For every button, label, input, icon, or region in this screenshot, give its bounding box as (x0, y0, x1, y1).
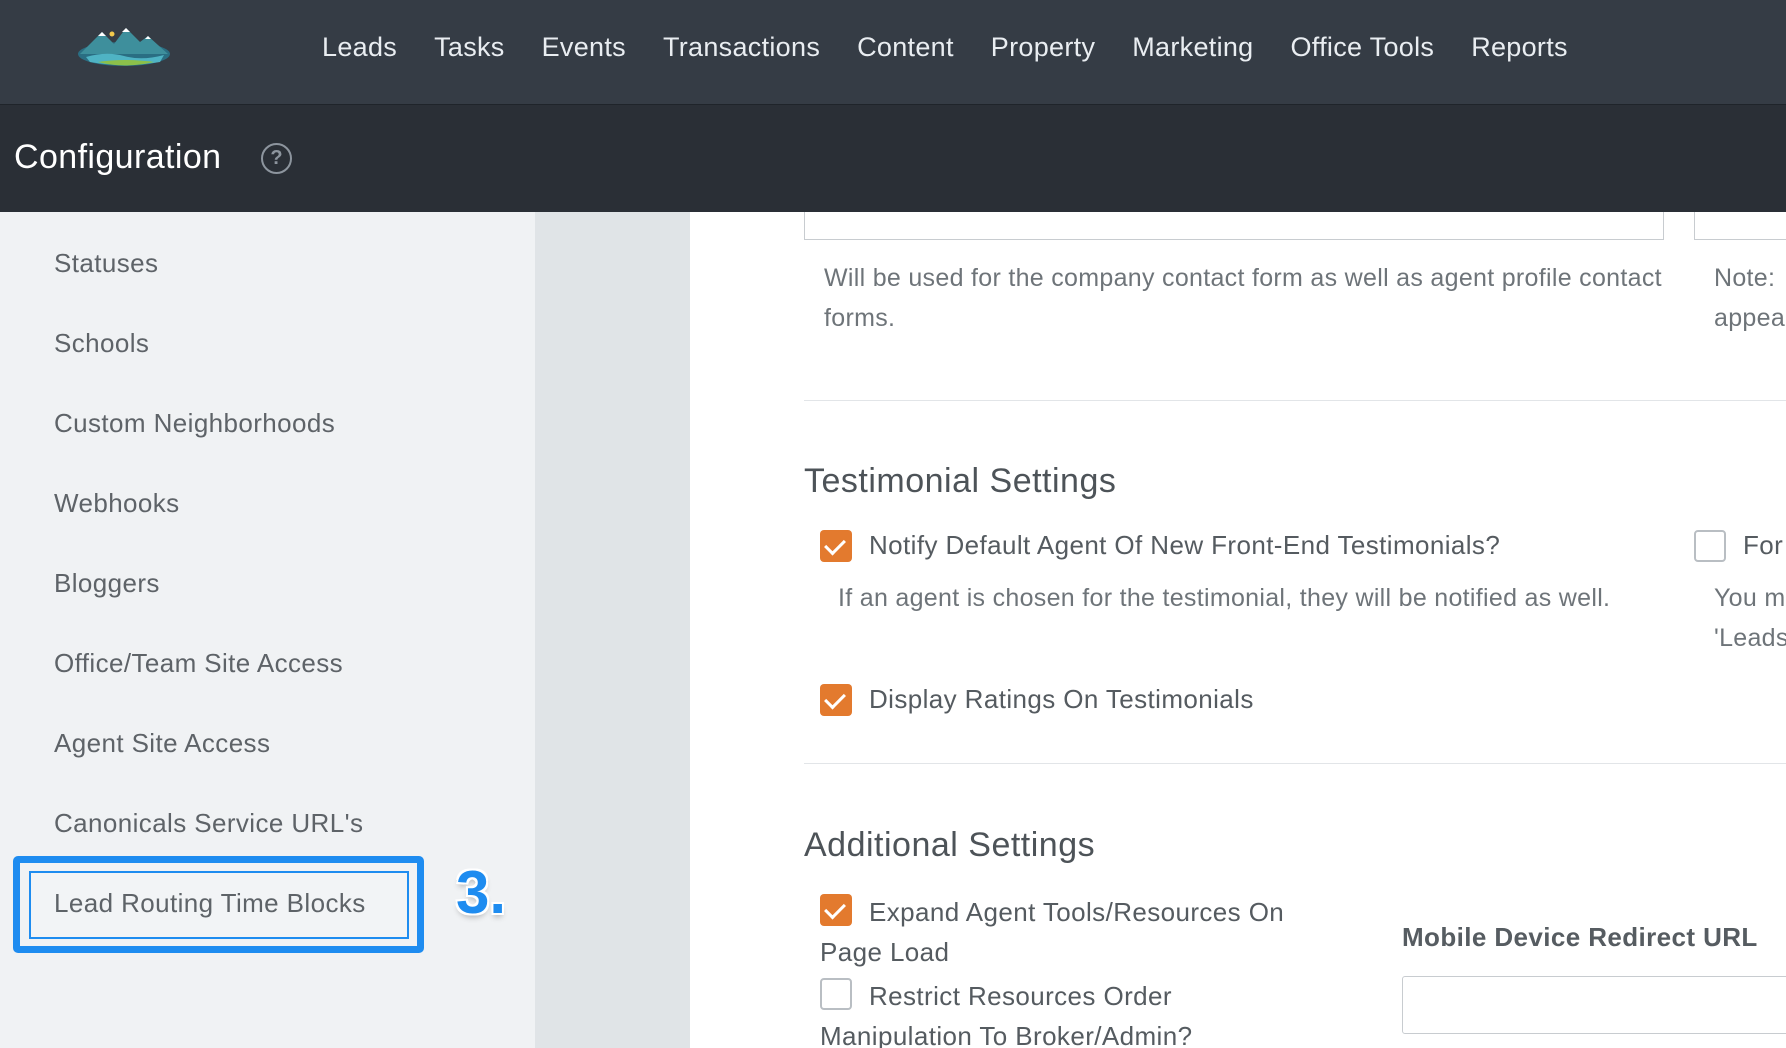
sidebar-item-bloggers[interactable]: Bloggers (54, 568, 160, 599)
main-nav: Leads Tasks Events Transactions Content … (322, 0, 1605, 94)
contact-email-input[interactable] (804, 212, 1664, 240)
nav-leads[interactable]: Leads (322, 32, 397, 63)
top-navigation: Leads Tasks Events Transactions Content … (0, 0, 1786, 105)
nav-office-tools[interactable]: Office Tools (1291, 32, 1435, 63)
main-content: Will be used for the company contact for… (690, 212, 1786, 1048)
nav-tasks[interactable]: Tasks (434, 32, 505, 63)
section-divider (804, 400, 1786, 401)
step-marker: 3. (456, 859, 507, 926)
sidebar-item-custom-neighborhoods[interactable]: Custom Neighborhoods (54, 408, 335, 439)
right-clipped-label: For (1743, 530, 1784, 560)
notify-agent-help-text: If an agent is chosen for the testimonia… (838, 584, 1611, 612)
display-ratings-checkbox[interactable] (820, 684, 852, 716)
section-divider (804, 763, 1786, 764)
mountain-lake-logo[interactable] (76, 24, 172, 70)
sidebar-gutter (535, 212, 690, 1048)
display-ratings-label: Display Ratings On Testimonials (869, 684, 1254, 714)
sidebar-item-canonicals-service-urls[interactable]: Canonicals Service URL's (54, 808, 363, 839)
testimonial-settings-title: Testimonial Settings (804, 462, 1117, 500)
sidebar-item-statuses[interactable]: Statuses (54, 248, 158, 279)
notify-agent-label: Notify Default Agent Of New Front-End Te… (869, 530, 1501, 560)
sidebar-item-schools[interactable]: Schools (54, 328, 149, 359)
restrict-resources-label: Restrict Resources Order Manipulation To… (820, 981, 1193, 1048)
contact-help-text: Will be used for the company contact for… (824, 264, 1662, 332)
right-clipped-help-text-line2: 'Leads (1714, 624, 1786, 652)
nav-property[interactable]: Property (991, 32, 1095, 63)
right-clipped-checkbox[interactable] (1694, 530, 1726, 562)
nav-events[interactable]: Events (542, 32, 626, 63)
sidebar-item-lead-routing-time-blocks[interactable]: Lead Routing Time Blocks (54, 888, 366, 919)
nav-content[interactable]: Content (857, 32, 954, 63)
note-text-clipped: Note: (1714, 264, 1776, 292)
additional-settings-title: Additional Settings (804, 826, 1096, 864)
notify-agent-checkbox[interactable] (820, 530, 852, 562)
note-text-clipped-line2: appea (1714, 304, 1786, 332)
nav-reports[interactable]: Reports (1471, 32, 1568, 63)
mobile-redirect-url-input[interactable] (1402, 976, 1786, 1034)
sidebar-item-webhooks[interactable]: Webhooks (54, 488, 180, 519)
sidebar-item-agent-site-access[interactable]: Agent Site Access (54, 728, 270, 759)
mobile-redirect-url-label: Mobile Device Redirect URL (1402, 922, 1758, 952)
expand-agent-tools-label: Expand Agent Tools/Resources On Page Loa… (820, 897, 1285, 967)
sidebar-item-office-team-site-access[interactable]: Office/Team Site Access (54, 648, 343, 679)
nav-marketing[interactable]: Marketing (1132, 32, 1253, 63)
page-title: Configuration (14, 138, 222, 176)
help-icon[interactable]: ? (261, 143, 292, 174)
right-clipped-help-text: You m (1714, 584, 1786, 612)
right-column-input[interactable] (1694, 212, 1786, 240)
nav-transactions[interactable]: Transactions (663, 32, 820, 63)
